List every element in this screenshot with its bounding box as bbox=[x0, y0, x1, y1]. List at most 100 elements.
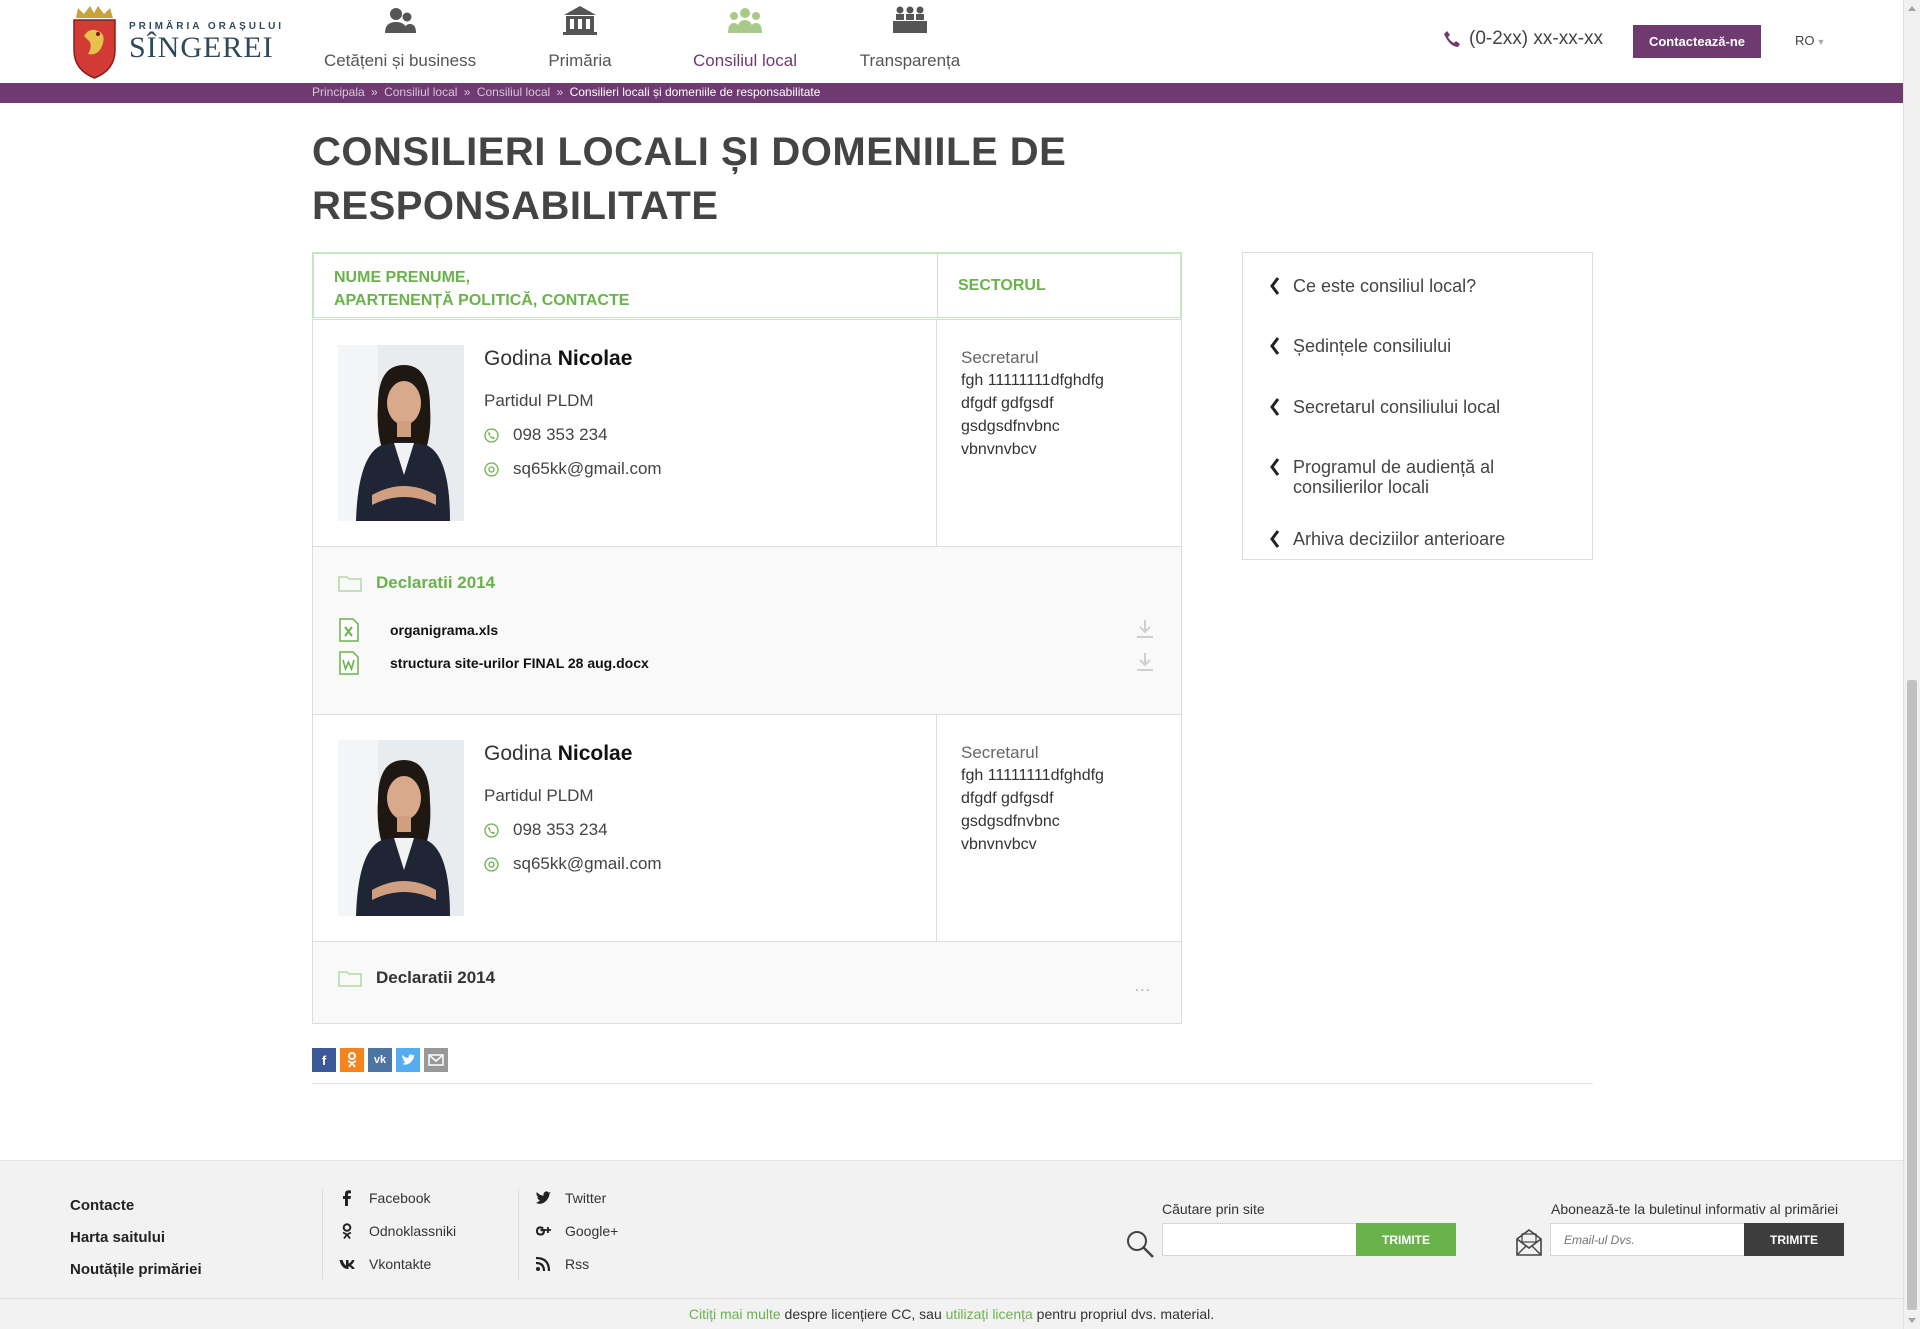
email-share-icon[interactable] bbox=[424, 1048, 448, 1072]
councillor-cell: Godina Nicolae Partidul PLDM 098 353 234 … bbox=[313, 715, 937, 941]
sidebar-item-archive[interactable]: Arhiva deciziilor anterioare bbox=[1243, 529, 1592, 549]
nav-item-city-hall[interactable]: Primăria bbox=[490, 0, 670, 83]
file-name: structura site-urilor FINAL 28 aug.docx bbox=[390, 654, 649, 671]
phone-contact: 098 353 234 bbox=[484, 820, 662, 840]
footer-social-vkontakte[interactable]: Vkontakte bbox=[339, 1255, 456, 1273]
excel-file-icon bbox=[339, 617, 359, 642]
email-icon bbox=[484, 856, 499, 872]
nav-item-transparency[interactable]: Transparența bbox=[820, 0, 1000, 83]
chevron-down-icon: ▼ bbox=[1816, 37, 1826, 47]
column-header-sector: SECTORUL bbox=[958, 276, 1046, 294]
nav-label: Transparența bbox=[859, 51, 961, 70]
breadcrumb-link[interactable]: Consiliul local bbox=[384, 85, 457, 99]
sidebar-item-label: Arhiva deciziilor anterioare bbox=[1293, 529, 1506, 549]
search-submit-button[interactable]: TRIMITE bbox=[1356, 1223, 1456, 1256]
site-logo[interactable]: PRIMĂRIA ORAȘULUI SÎNGEREI bbox=[70, 6, 284, 79]
first-name: Godina bbox=[484, 347, 552, 370]
breadcrumb-bar: Principala » Consiliul local » Consiliul… bbox=[0, 83, 1903, 103]
sector-line: gsdgsdfnvbnc bbox=[961, 418, 1060, 435]
odnoklassniki-share-icon[interactable] bbox=[340, 1048, 364, 1072]
footer-social-rss[interactable]: Rss bbox=[535, 1255, 618, 1273]
page-title: CONSILIERI LOCALI ȘI DOMENIILE DE RESPON… bbox=[312, 130, 1067, 228]
declarations-panel: Declaratii 2014 ... bbox=[312, 942, 1182, 1024]
transparency-icon bbox=[893, 6, 927, 33]
email-address: sq65kk@gmail.com bbox=[513, 459, 662, 478]
newsletter-submit-button[interactable]: TRIMITE bbox=[1744, 1223, 1844, 1256]
social-label: Rss bbox=[565, 1256, 590, 1272]
nav-item-local-council[interactable]: Consiliul local bbox=[670, 0, 820, 83]
sector-role: Secretarul bbox=[961, 743, 1039, 762]
footer-link-sitemap[interactable]: Harta saitului bbox=[70, 1229, 202, 1247]
councillor-info: Godina Nicolae Partidul PLDM 098 353 234 … bbox=[484, 345, 662, 521]
scroll-up-arrow-icon[interactable] bbox=[1908, 6, 1916, 11]
email-contact[interactable]: sq65kk@gmail.com bbox=[484, 459, 662, 479]
footer-social-column: Facebook Odnoklassniki Vkontakte bbox=[322, 1189, 456, 1279]
phone-number: 098 353 234 bbox=[513, 820, 608, 839]
download-icon[interactable] bbox=[1136, 652, 1154, 672]
header-phone[interactable]: (0-2xx) xx-xx-xx bbox=[1443, 28, 1603, 50]
breadcrumb-link[interactable]: Consiliul local bbox=[477, 85, 550, 99]
social-label: Vkontakte bbox=[369, 1256, 432, 1272]
sector-line: vbnvnvbcv bbox=[961, 836, 1037, 853]
footer-social-odnoklassniki[interactable]: Odnoklassniki bbox=[339, 1222, 456, 1240]
page: PRIMĂRIA ORAȘULUI SÎNGEREI Cetățeni și b… bbox=[0, 0, 1920, 1329]
scroll-down-arrow-icon[interactable] bbox=[1908, 1318, 1916, 1323]
odnoklassniki-glyph bbox=[347, 1052, 357, 1068]
envelope-glyph bbox=[428, 1054, 444, 1066]
sidebar-item-sessions[interactable]: Ședințele consiliului bbox=[1243, 336, 1592, 356]
file-item[interactable]: organigrama.xls bbox=[338, 613, 1156, 646]
license-use-link[interactable]: utilizați licența bbox=[946, 1306, 1033, 1322]
city-hall-icon bbox=[563, 6, 597, 35]
sector-line: fgh 11111111dfghdfg bbox=[961, 372, 1104, 389]
sector-line: fgh 11111111dfghdfg bbox=[961, 767, 1104, 784]
file-name: organigrama.xls bbox=[390, 621, 499, 638]
scrollbar-thumb[interactable] bbox=[1907, 680, 1917, 1310]
footer-social-google-plus[interactable]: Google+ bbox=[535, 1222, 618, 1240]
social-label: Google+ bbox=[565, 1223, 619, 1239]
chevron-left-icon bbox=[1270, 277, 1280, 295]
file-list: organigrama.xls structura site-urilor FI… bbox=[338, 613, 1156, 679]
more-icon[interactable]: ... bbox=[1135, 978, 1151, 996]
facebook-share-icon[interactable]: f bbox=[312, 1048, 336, 1072]
folder-icon bbox=[338, 576, 362, 592]
declarations-panel: Declaratii 2014 organigrama.xls structur… bbox=[312, 547, 1182, 715]
language-selector[interactable]: RO ▼ bbox=[1795, 33, 1825, 48]
word-file-icon bbox=[339, 650, 359, 675]
chevron-left-icon bbox=[1270, 458, 1280, 476]
contact-button[interactable]: Contactează-ne bbox=[1633, 25, 1761, 58]
footer-link-news[interactable]: Noutățile primăriei bbox=[70, 1261, 202, 1279]
nav-item-citizens[interactable]: Cetățeni și business bbox=[310, 0, 490, 83]
folder-toggle[interactable]: Declaratii 2014 bbox=[338, 573, 1156, 593]
file-item[interactable]: structura site-urilor FINAL 28 aug.docx bbox=[338, 646, 1156, 679]
table-row: Godina Nicolae Partidul PLDM 098 353 234 … bbox=[312, 715, 1182, 942]
folder-toggle[interactable]: Declaratii 2014 bbox=[338, 968, 1156, 988]
social-label: Twitter bbox=[565, 1190, 607, 1206]
breadcrumb-link[interactable]: Principala bbox=[312, 85, 365, 99]
rss-icon bbox=[535, 1256, 551, 1272]
footer-link-contacts[interactable]: Contacte bbox=[70, 1197, 202, 1215]
sidebar-item-what-is-council[interactable]: Ce este consiliul local? bbox=[1243, 276, 1592, 296]
sidebar-item-audience-program[interactable]: Programul de audiență al consilierilor l… bbox=[1243, 457, 1592, 497]
vertical-scrollbar[interactable] bbox=[1903, 0, 1920, 1329]
footer-social-twitter[interactable]: Twitter bbox=[535, 1189, 618, 1207]
phone-icon bbox=[484, 427, 499, 443]
license-read-more-link[interactable]: Citiți mai multe bbox=[689, 1306, 781, 1322]
sidebar-item-label: Secretarul consiliului local bbox=[1293, 397, 1501, 417]
chevron-left-icon bbox=[1270, 398, 1280, 416]
breadcrumb-separator: » bbox=[371, 85, 378, 99]
table-row: Godina Nicolae Partidul PLDM 098 353 234 … bbox=[312, 320, 1182, 547]
phone-number: 098 353 234 bbox=[513, 425, 608, 444]
download-icon[interactable] bbox=[1136, 619, 1154, 639]
email-contact[interactable]: sq65kk@gmail.com bbox=[484, 854, 662, 874]
twitter-glyph bbox=[402, 1054, 415, 1065]
search-input[interactable] bbox=[1162, 1223, 1357, 1256]
newsletter-email-input[interactable] bbox=[1550, 1223, 1745, 1256]
footer-social-facebook[interactable]: Facebook bbox=[339, 1189, 456, 1207]
sidebar-item-secretary[interactable]: Secretarul consiliului local bbox=[1243, 397, 1592, 417]
citizens-icon bbox=[385, 8, 416, 33]
main-nav: Cetățeni și business Primăria Consiliul … bbox=[310, 0, 1000, 83]
twitter-share-icon[interactable] bbox=[396, 1048, 420, 1072]
councillors-table: NUME PRENUME, APARTENENȚĂ POLITICĂ, CONT… bbox=[312, 252, 1182, 1024]
vkontakte-share-icon[interactable]: vk bbox=[368, 1048, 392, 1072]
column-header-line: APARTENENȚĂ POLITICĂ, CONTACTE bbox=[334, 292, 630, 309]
